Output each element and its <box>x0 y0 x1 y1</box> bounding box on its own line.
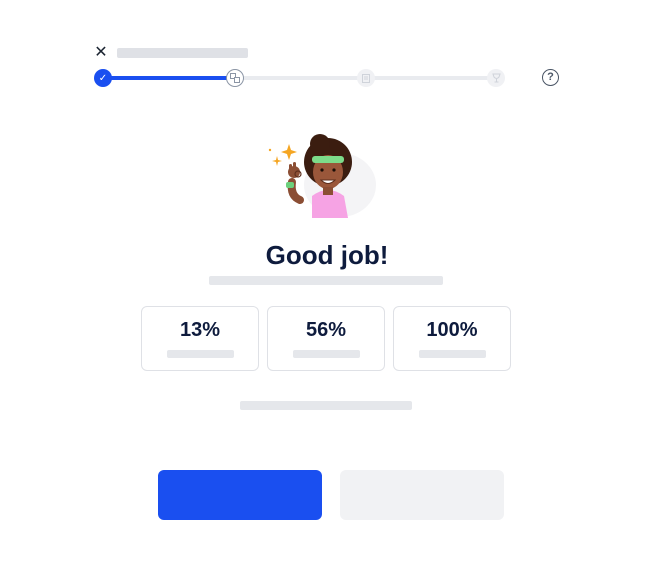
stat-value: 56% <box>305 319 347 341</box>
translate-icon <box>230 73 240 83</box>
stat-label-placeholder <box>167 350 234 358</box>
stat-label-placeholder <box>419 350 486 358</box>
result-heading: Good job! <box>265 240 389 270</box>
check-icon: ✓ <box>98 72 108 84</box>
step-2-current <box>226 69 244 87</box>
help-circle-icon: ? <box>547 71 554 83</box>
trophy-icon <box>491 73 501 83</box>
result-subtitle-placeholder <box>209 276 443 285</box>
note-placeholder <box>240 401 412 410</box>
document-icon <box>362 73 370 83</box>
primary-button[interactable] <box>158 470 322 520</box>
step-4-upcoming <box>487 69 505 87</box>
stat-card: 13% <box>141 306 259 371</box>
help-button[interactable]: ? <box>542 69 559 86</box>
stat-card: 100% <box>393 306 511 371</box>
step-1-done: ✓ <box>94 69 112 87</box>
celebration-illustration <box>268 134 376 218</box>
lesson-title-placeholder <box>117 48 248 58</box>
stat-value: 13% <box>179 319 221 341</box>
stat-value: 100% <box>426 319 478 341</box>
stat-card: 56% <box>267 306 385 371</box>
close-icon: ✕ <box>94 44 108 61</box>
close-button[interactable]: ✕ <box>93 45 109 61</box>
secondary-button[interactable] <box>340 470 504 520</box>
step-3-upcoming <box>357 69 375 87</box>
stat-label-placeholder <box>293 350 360 358</box>
progress-fill <box>103 76 232 80</box>
